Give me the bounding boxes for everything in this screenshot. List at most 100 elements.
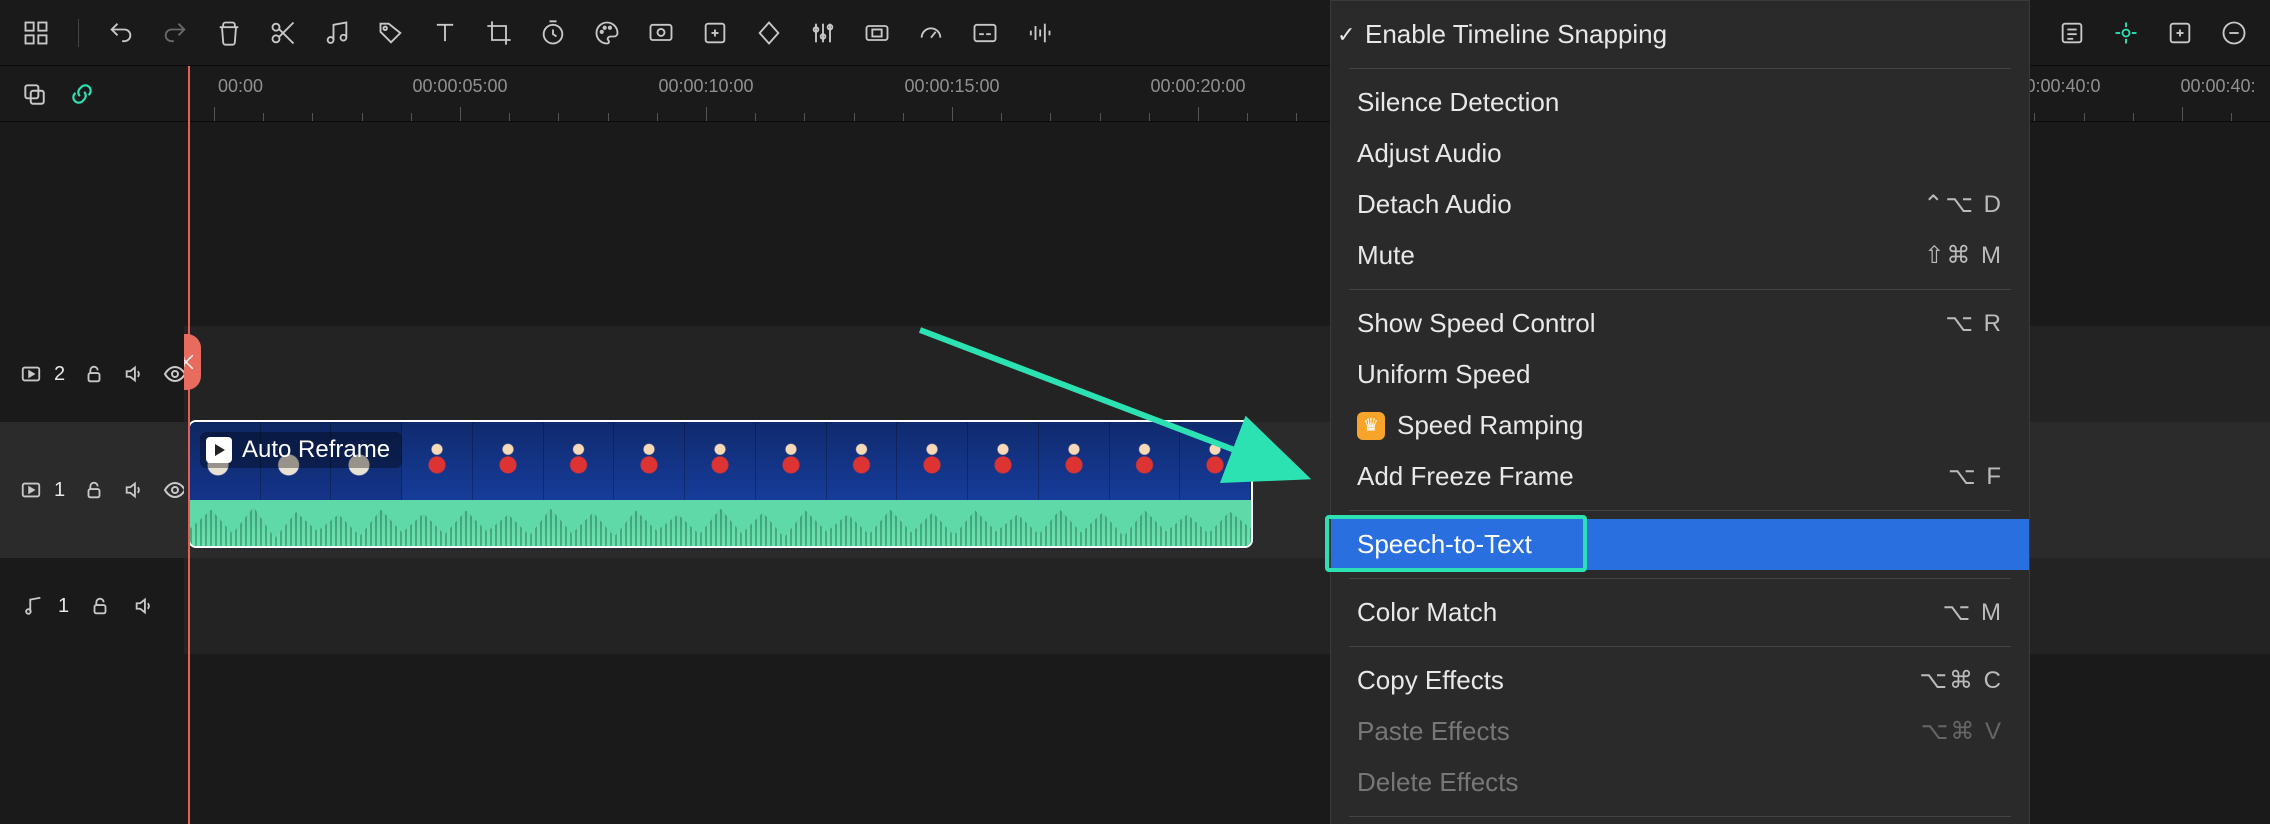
menu-item[interactable]: Color Match ⌥ M — [1331, 587, 2029, 638]
menu-item-label: Color Match — [1357, 597, 1497, 628]
menu-item-shortcut: ⌥ F — [1948, 462, 2003, 491]
menu-item-label: Add Freeze Frame — [1357, 461, 1574, 492]
menu-item[interactable]: Uniform Speed — [1331, 349, 2029, 400]
lock-icon[interactable] — [87, 593, 113, 619]
menu-item-shortcut: ⌃⌥ D — [1923, 190, 2003, 219]
crown-icon: ♛ — [1357, 412, 1385, 440]
zoom-out-icon[interactable] — [2218, 17, 2250, 49]
keyframe-icon[interactable] — [753, 17, 785, 49]
menu-item[interactable]: Speech-to-Text — [1331, 519, 2029, 570]
menu-item[interactable]: Mute ⇧⌘ M — [1331, 230, 2029, 281]
transcript-icon[interactable] — [2056, 17, 2088, 49]
text-icon[interactable] — [429, 17, 461, 49]
menu-item-label: Enable Timeline Snapping — [1365, 19, 1667, 50]
speaker-icon[interactable] — [123, 361, 145, 387]
check-icon: ✓ — [1337, 22, 1355, 48]
play-icon — [206, 437, 232, 463]
track-header-audio-1: 1 — [0, 558, 184, 654]
trash-icon[interactable] — [213, 17, 245, 49]
menu-item[interactable]: Copy Effects ⌥⌘ C — [1331, 655, 2029, 706]
menu-item-label: Silence Detection — [1357, 87, 1559, 118]
track-header-video-2: 2 — [0, 326, 184, 422]
menu-item-label: Copy Effects — [1357, 665, 1504, 696]
play-small-icon — [20, 361, 42, 387]
menu-item-label: Show Speed Control — [1357, 308, 1595, 339]
track-number: 1 — [54, 479, 65, 502]
subtitle-icon[interactable] — [969, 17, 1001, 49]
aspect-icon[interactable] — [861, 17, 893, 49]
clip-badge: Auto Reframe — [200, 432, 402, 468]
speaker-icon[interactable] — [123, 477, 145, 503]
menu-item[interactable]: ✓ Enable Timeline Snapping — [1331, 9, 2029, 60]
play-small-icon — [20, 477, 42, 503]
track-number: 2 — [54, 363, 65, 386]
tag-icon[interactable] — [375, 17, 407, 49]
music-note-icon[interactable] — [321, 17, 353, 49]
ruler-label: 00:00:20:00 — [1150, 76, 1245, 97]
menu-item[interactable]: ♛ Speed Ramping — [1331, 400, 2029, 451]
grid-icon[interactable] — [20, 17, 52, 49]
redo-icon[interactable] — [159, 17, 191, 49]
menu-item-shortcut: ⌥⌘ V — [1921, 717, 2003, 746]
ruler-label: 00:00:05:00 — [412, 76, 507, 97]
menu-separator — [1349, 289, 2011, 290]
undo-icon[interactable] — [105, 17, 137, 49]
clip-waveform — [190, 500, 1251, 548]
video-clip[interactable]: Auto Reframe — [188, 420, 1253, 548]
speaker-icon[interactable] — [131, 593, 157, 619]
scissors-icon[interactable] — [267, 17, 299, 49]
menu-item-shortcut: ⌥ M — [1943, 598, 2003, 627]
playhead-grip[interactable] — [184, 334, 201, 390]
lock-icon[interactable] — [83, 477, 105, 503]
menu-separator — [1349, 646, 2011, 647]
toolbar-divider — [78, 19, 79, 47]
palette-icon[interactable] — [591, 17, 623, 49]
track-headers: 2 1 1 — [0, 66, 184, 824]
menu-item-label: Adjust Audio — [1357, 138, 1502, 169]
track-header-tools — [0, 66, 184, 122]
clip-thumbnails: Auto Reframe — [190, 422, 1251, 500]
ruler-label: 00:00 — [218, 76, 263, 97]
expand-icon[interactable] — [2164, 17, 2196, 49]
track-header-video-1: 1 — [0, 422, 184, 558]
menu-item-shortcut: ⌥⌘ C — [1919, 666, 2003, 695]
menu-item-shortcut: ⌥ R — [1945, 309, 2003, 338]
menu-item-label: Speed Ramping — [1397, 410, 1583, 441]
menu-item-label: Delete Effects — [1357, 767, 1518, 798]
menu-item-label: Mute — [1357, 240, 1415, 271]
menu-item-label: Uniform Speed — [1357, 359, 1530, 390]
crop-icon[interactable] — [483, 17, 515, 49]
lock-icon[interactable] — [83, 361, 105, 387]
menu-item[interactable]: Show Speed Control ⌥ R — [1331, 298, 2029, 349]
menu-item-shortcut: ⇧⌘ M — [1924, 241, 2003, 270]
menu-item-label: Detach Audio — [1357, 189, 1512, 220]
menu-item[interactable]: Detach Audio ⌃⌥ D — [1331, 179, 2029, 230]
clip-badge-label: Auto Reframe — [242, 436, 390, 464]
playhead[interactable] — [188, 66, 190, 824]
link-icon[interactable] — [68, 80, 96, 108]
enhance-icon[interactable] — [2110, 17, 2142, 49]
track-number: 1 — [58, 595, 69, 618]
context-menu[interactable]: ✓ Enable Timeline Snapping Silence Detecti… — [1330, 0, 2030, 824]
menu-separator — [1349, 510, 2011, 511]
sliders-icon[interactable] — [807, 17, 839, 49]
add-frame-icon[interactable] — [699, 17, 731, 49]
menu-item: Delete Effects — [1331, 757, 2029, 808]
menu-item-label: Speech-to-Text — [1357, 529, 1532, 560]
audio-bars-icon[interactable] — [1023, 17, 1055, 49]
ruler-label: 00:00:10:00 — [658, 76, 753, 97]
menu-separator — [1349, 578, 2011, 579]
menu-item-label: Paste Effects — [1357, 716, 1510, 747]
menu-item[interactable]: Add Freeze Frame ⌥ F — [1331, 451, 2029, 502]
speedometer-icon[interactable] — [915, 17, 947, 49]
menu-separator — [1349, 68, 2011, 69]
copy-tracks-icon[interactable] — [20, 80, 48, 108]
menu-item: Paste Effects ⌥⌘ V — [1331, 706, 2029, 757]
menu-item[interactable]: Silence Detection — [1331, 77, 2029, 128]
timer-icon[interactable] — [537, 17, 569, 49]
music-small-icon — [20, 593, 46, 619]
ruler-label: 00:00:15:00 — [904, 76, 999, 97]
ruler-label: 00:00:40: — [2180, 76, 2255, 97]
screen-record-icon[interactable] — [645, 17, 677, 49]
menu-item[interactable]: Adjust Audio — [1331, 128, 2029, 179]
